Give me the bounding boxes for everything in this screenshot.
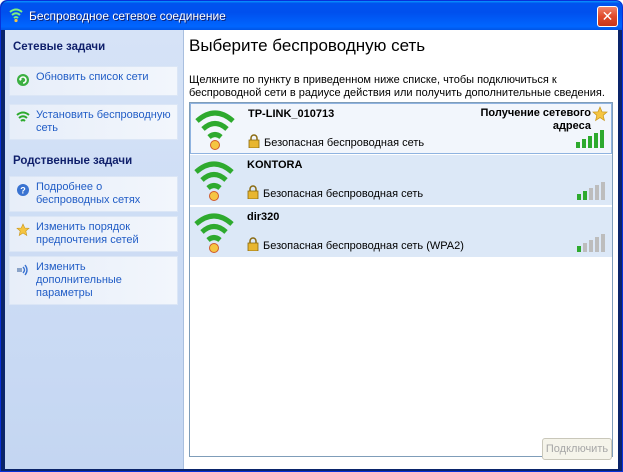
network-name: dir320 <box>247 211 280 223</box>
wireless-network-icon <box>195 110 235 150</box>
related-tasks-heading: Родственные задачи <box>13 155 133 167</box>
refresh-network-list-link[interactable]: Обновить список сети <box>9 66 178 96</box>
network-settings-icon <box>17 264 28 276</box>
signal-bar <box>595 185 599 200</box>
change-advanced-settings-label: Изменить дополнительные параметры <box>36 261 122 299</box>
help-icon: ? <box>17 184 29 196</box>
signal-bar <box>582 139 586 148</box>
change-network-order-label: Изменить порядок предпочтения сетей <box>36 221 139 246</box>
change-network-order-link[interactable]: Изменить порядок предпочтения сетей <box>9 216 178 252</box>
network-tasks-heading: Сетевые задачи <box>13 41 106 53</box>
network-name: TP-LINK_010713 <box>248 108 335 120</box>
learn-about-wireless-link[interactable]: ? Подробнее о беспроводных сетях <box>9 176 178 212</box>
page-title: Выберите беспроводную сеть <box>189 36 426 55</box>
signal-bar <box>577 246 581 252</box>
signal-bar <box>577 194 581 200</box>
network-item-dir320[interactable]: dir320 Безопасная беспроводная сеть (WPA… <box>190 207 612 258</box>
title-bar[interactable]: Беспроводное сетевое соединение ✕ <box>1 1 622 30</box>
signal-bar <box>576 142 580 148</box>
related-tasks-section: Родственные задачи ? Подробнее о беспров… <box>5 150 184 305</box>
task-sidebar: Сетевые задачи Обновить список сети Уста… <box>5 30 184 469</box>
signal-bar <box>588 136 592 148</box>
connection-status: Получение сетевого адреса <box>480 107 591 132</box>
close-icon: ✕ <box>601 8 614 24</box>
signal-bar <box>589 240 593 252</box>
lock-icon <box>247 237 259 251</box>
network-item-kontora[interactable]: KONTORA Безопасная беспроводная сеть <box>190 155 612 206</box>
signal-bar <box>583 191 587 200</box>
network-name: KONTORA <box>247 159 303 171</box>
window-title: Беспроводное сетевое соединение <box>29 9 226 23</box>
signal-bar <box>601 182 605 200</box>
signal-bar <box>600 130 604 148</box>
signal-bar <box>589 188 593 200</box>
close-button[interactable]: ✕ <box>597 6 618 27</box>
lock-icon <box>248 134 260 148</box>
instructions-text: Щелкните по пункту в приведенном ниже сп… <box>189 74 605 99</box>
network-tasks-section: Сетевые задачи Обновить список сети Уста… <box>5 36 184 140</box>
network-item-tp-link[interactable]: TP-LINK_010713 Безопасная беспроводная с… <box>190 103 612 154</box>
security-type: Безопасная беспроводная сеть <box>263 188 424 200</box>
signal-bar <box>601 234 605 252</box>
wireless-network-icon <box>194 213 234 253</box>
client-area: Сетевые задачи Обновить список сети Уста… <box>5 30 618 469</box>
signal-bar <box>595 237 599 252</box>
signal-strength-icon <box>577 234 605 252</box>
setup-wireless-network-link[interactable]: Установить беспроводную сеть <box>9 104 178 140</box>
wireless-network-icon <box>194 161 234 201</box>
network-list[interactable]: TP-LINK_010713 Безопасная беспроводная с… <box>189 102 613 457</box>
connect-button[interactable]: Подключить <box>542 438 612 460</box>
wireless-setup-icon <box>16 111 30 122</box>
signal-bar <box>594 133 598 148</box>
refresh-network-list-label: Обновить список сети <box>36 71 149 83</box>
svg-text:?: ? <box>20 186 26 196</box>
setup-wireless-network-label: Установить беспроводную сеть <box>36 109 171 134</box>
wireless-app-icon <box>9 8 23 23</box>
signal-strength-icon <box>576 130 604 148</box>
signal-strength-icon <box>577 182 605 200</box>
security-type: Безопасная беспроводная сеть (WPA2) <box>263 240 464 252</box>
main-panel: Выберите беспроводную сеть Щелкните по п… <box>185 30 618 469</box>
security-type: Безопасная беспроводная сеть <box>264 137 425 149</box>
change-advanced-settings-link[interactable]: Изменить дополнительные параметры <box>9 256 178 305</box>
signal-bar <box>583 243 587 252</box>
lock-icon <box>247 185 259 199</box>
wireless-window: Беспроводное сетевое соединение ✕ Сетевы… <box>0 0 623 472</box>
star-icon <box>16 223 30 237</box>
learn-about-wireless-label: Подробнее о беспроводных сетях <box>36 181 141 206</box>
refresh-icon <box>17 74 29 86</box>
preferred-network-star-icon <box>592 106 608 122</box>
